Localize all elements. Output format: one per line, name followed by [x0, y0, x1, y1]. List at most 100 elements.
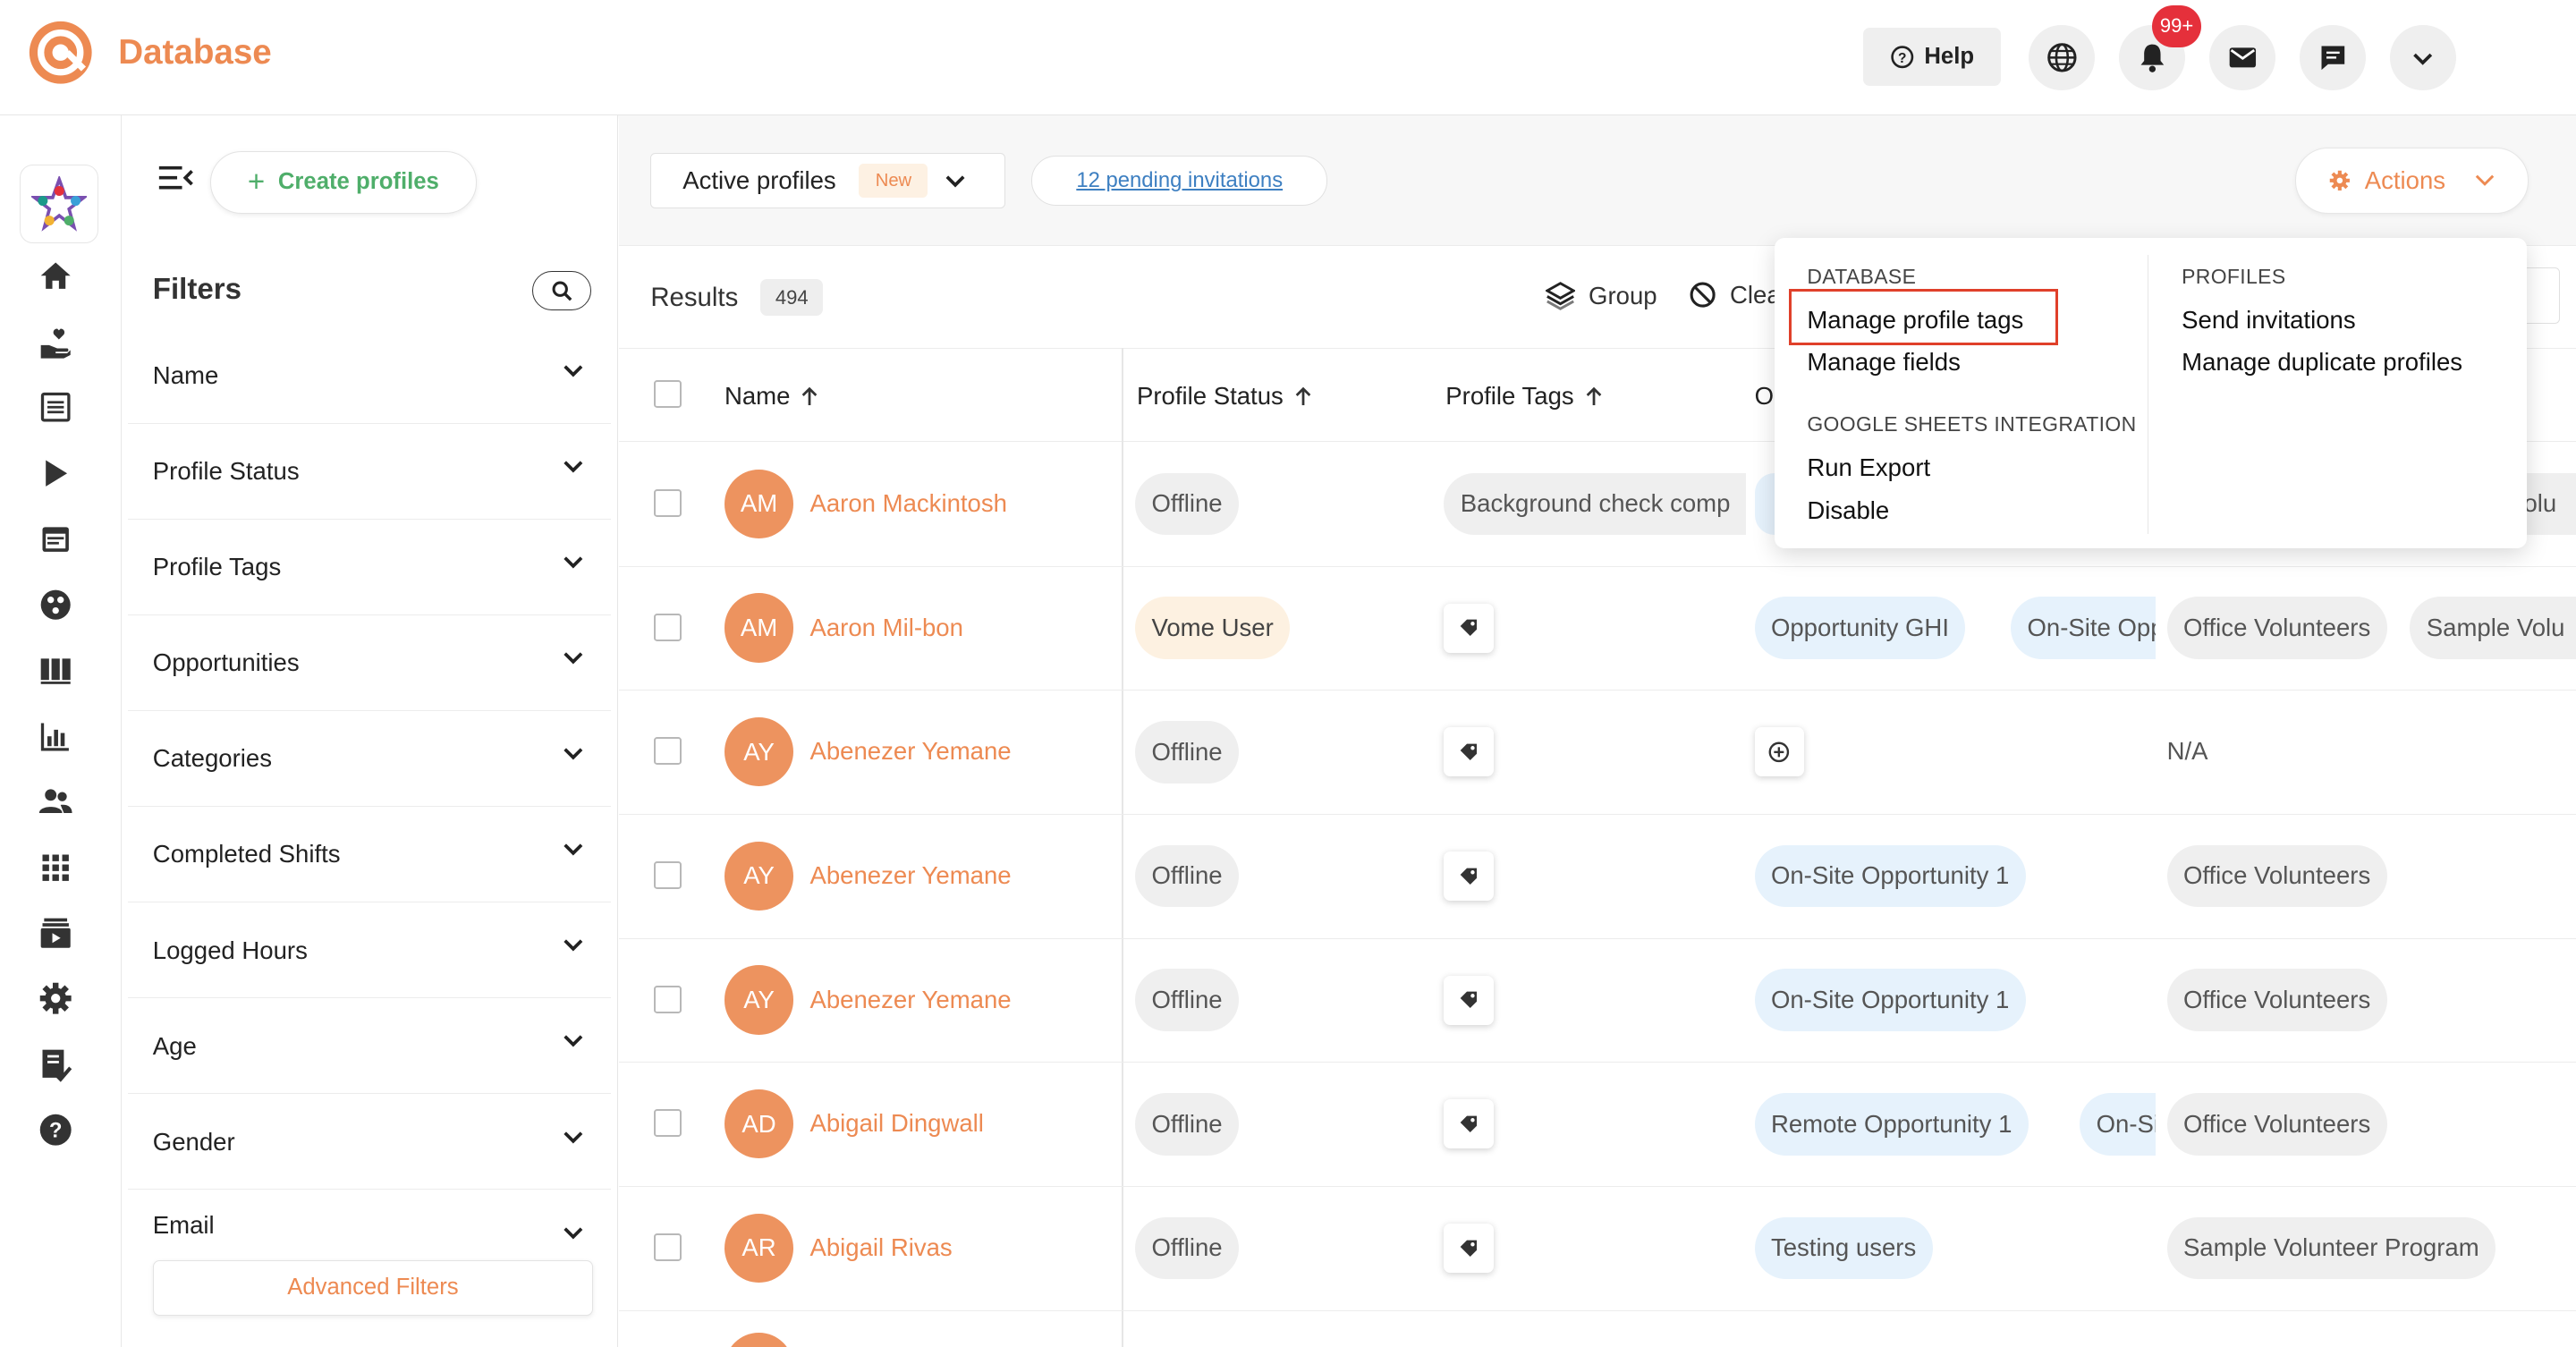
help-icon[interactable]: ?	[36, 1111, 75, 1150]
menu-item-manage-fields[interactable]: Manage fields	[1807, 348, 1961, 377]
column-header-profile-tags[interactable]: Profile Tags	[1445, 382, 1603, 411]
pending-invitations-link[interactable]: 12 pending invitations	[1031, 156, 1328, 206]
layers-icon	[1546, 282, 1576, 310]
home-icon[interactable]	[36, 257, 75, 296]
profile-name-link[interactable]: Abenezer Yemane	[809, 737, 1011, 766]
tag-icon[interactable]	[1444, 603, 1494, 653]
checklist-icon[interactable]	[36, 1045, 75, 1084]
filter-opportunities[interactable]: Opportunities	[128, 616, 612, 712]
column-header-name[interactable]: Name	[724, 382, 820, 411]
profile-name-link[interactable]: Aaron Mil-bon	[809, 614, 962, 642]
chevron-down-icon	[2413, 53, 2433, 65]
svg-text:?: ?	[1898, 50, 1906, 65]
filter-search-button[interactable]	[532, 271, 592, 311]
table-row[interactable]: AY Abenezer Yemane Offline N/A	[619, 690, 2576, 815]
tag-icon[interactable]	[1444, 1099, 1494, 1149]
filter-email[interactable]: Email	[128, 1190, 611, 1240]
chevron-down-icon	[564, 1035, 583, 1047]
table-row[interactable]: AM Aaron Mil-bon Vome User Opportunity GHI O…	[619, 566, 2576, 691]
profile-name-link[interactable]: Abenezer Yemane	[809, 861, 1011, 890]
menu-item-manage-duplicate-profiles[interactable]: Manage duplicate profiles	[2182, 348, 2462, 377]
menu-item-run-export[interactable]: Run Export	[1807, 453, 1930, 482]
actions-label: Actions	[2364, 166, 2446, 194]
volunteer-hand-icon[interactable]	[36, 322, 75, 361]
profile-name-link[interactable]: Aaron Mackintosh	[809, 489, 1006, 518]
row-checkbox[interactable]	[653, 860, 682, 890]
chevron-down-icon	[564, 365, 583, 377]
avatar: AY	[724, 841, 794, 911]
row-checkbox[interactable]	[653, 1109, 682, 1138]
menu-item-send-invitations[interactable]: Send invitations	[2182, 306, 2355, 335]
app-logo-icon[interactable]	[28, 20, 93, 85]
column-header-profile-status[interactable]: Profile Status	[1137, 382, 1313, 411]
board-icon[interactable]	[36, 650, 75, 690]
category-chip: Office Volunteers	[2166, 1092, 2387, 1156]
clear-button[interactable]: Clea	[1689, 281, 1781, 309]
highlight-box	[1789, 289, 2059, 345]
tag-icon[interactable]	[1444, 975, 1494, 1025]
chevron-down-icon	[564, 939, 583, 952]
tag-icon[interactable]	[1444, 727, 1494, 777]
filter-label: Categories	[152, 744, 273, 773]
people-icon[interactable]	[36, 782, 75, 821]
row-checkbox[interactable]	[653, 488, 682, 518]
column-header-opportunities[interactable]: O	[1755, 382, 1774, 411]
collapse-sidebar-icon[interactable]	[157, 165, 194, 198]
filter-profile-tags[interactable]: Profile Tags	[128, 520, 612, 615]
account-menu-button[interactable]	[2390, 24, 2456, 90]
profile-name-link[interactable]: Abigail Dingwall	[809, 1109, 983, 1138]
advanced-filters-button[interactable]: Advanced Filters	[152, 1259, 594, 1317]
row-checkbox[interactable]	[653, 1233, 682, 1262]
filter-age[interactable]: Age	[128, 999, 612, 1095]
actions-button[interactable]: Actions	[2294, 148, 2529, 214]
settings-gear-icon[interactable]	[36, 979, 75, 1019]
palette-icon[interactable]	[36, 585, 75, 624]
media-library-icon[interactable]	[36, 913, 75, 953]
filter-logged-hours[interactable]: Logged Hours	[128, 903, 612, 999]
messages-button[interactable]	[2209, 24, 2275, 90]
group-button[interactable]: Group	[1546, 281, 1657, 310]
table-row[interactable]: AR Abigail Rivas Offline Testing users Sampl…	[619, 1186, 2576, 1311]
chat-button[interactable]	[2300, 24, 2366, 90]
row-checkbox[interactable]	[653, 613, 682, 641]
menu-divider	[2147, 254, 2149, 534]
org-logo[interactable]	[20, 164, 99, 243]
status-badge: Offline	[1135, 969, 1239, 1031]
category-na: N/A	[2166, 737, 2208, 766]
status-badge: Offline	[1135, 472, 1239, 536]
create-profiles-button[interactable]: + Create profiles	[210, 150, 477, 214]
filter-completed-shifts[interactable]: Completed Shifts	[128, 808, 612, 903]
app-title: Database	[118, 32, 272, 72]
calendar-icon[interactable]	[36, 519, 75, 558]
chevron-down-icon	[564, 748, 583, 760]
bar-chart-icon[interactable]	[36, 716, 75, 756]
row-checkbox[interactable]	[653, 985, 682, 1013]
filter-categories[interactable]: Categories	[128, 712, 612, 808]
profile-name-link[interactable]: Abenezer Yemane	[809, 986, 1011, 1014]
tag-icon[interactable]	[1444, 851, 1494, 901]
language-button[interactable]	[2029, 24, 2095, 90]
list-icon[interactable]	[36, 387, 75, 427]
chevron-down-icon	[564, 556, 583, 569]
menu-item-disable[interactable]: Disable	[1807, 496, 1889, 525]
table-row[interactable]: AD Abigail Dingwall Offline Remote Opportun…	[619, 1062, 2576, 1187]
chat-icon	[2321, 46, 2344, 71]
select-all-checkbox[interactable]	[653, 380, 682, 409]
filter-profile-status[interactable]: Profile Status	[128, 424, 612, 520]
row-checkbox[interactable]	[653, 737, 682, 766]
profile-name-link[interactable]: Abigail Rivas	[809, 1233, 952, 1262]
add-opportunity-button[interactable]	[1754, 727, 1804, 777]
filter-gender[interactable]: Gender	[128, 1095, 612, 1190]
filters-title: Filters	[152, 272, 242, 306]
help-circle-icon: ?	[1891, 45, 1914, 68]
table-row[interactable]: AY Abenezer Yemane Offline On-Site Opportun…	[619, 938, 2576, 1063]
play-icon[interactable]	[36, 453, 75, 493]
table-row[interactable]: AY Abenezer Yemane Offline On-Site Opportun…	[619, 814, 2576, 939]
filter-name[interactable]: Name	[128, 328, 612, 424]
gear-icon	[2330, 170, 2351, 191]
help-button[interactable]: ? Help	[1862, 28, 2002, 86]
apps-grid-icon[interactable]	[36, 848, 75, 887]
bell-icon	[2140, 44, 2164, 72]
tag-icon[interactable]	[1444, 1223, 1494, 1273]
profile-view-select[interactable]: Active profiles New	[650, 152, 1006, 209]
